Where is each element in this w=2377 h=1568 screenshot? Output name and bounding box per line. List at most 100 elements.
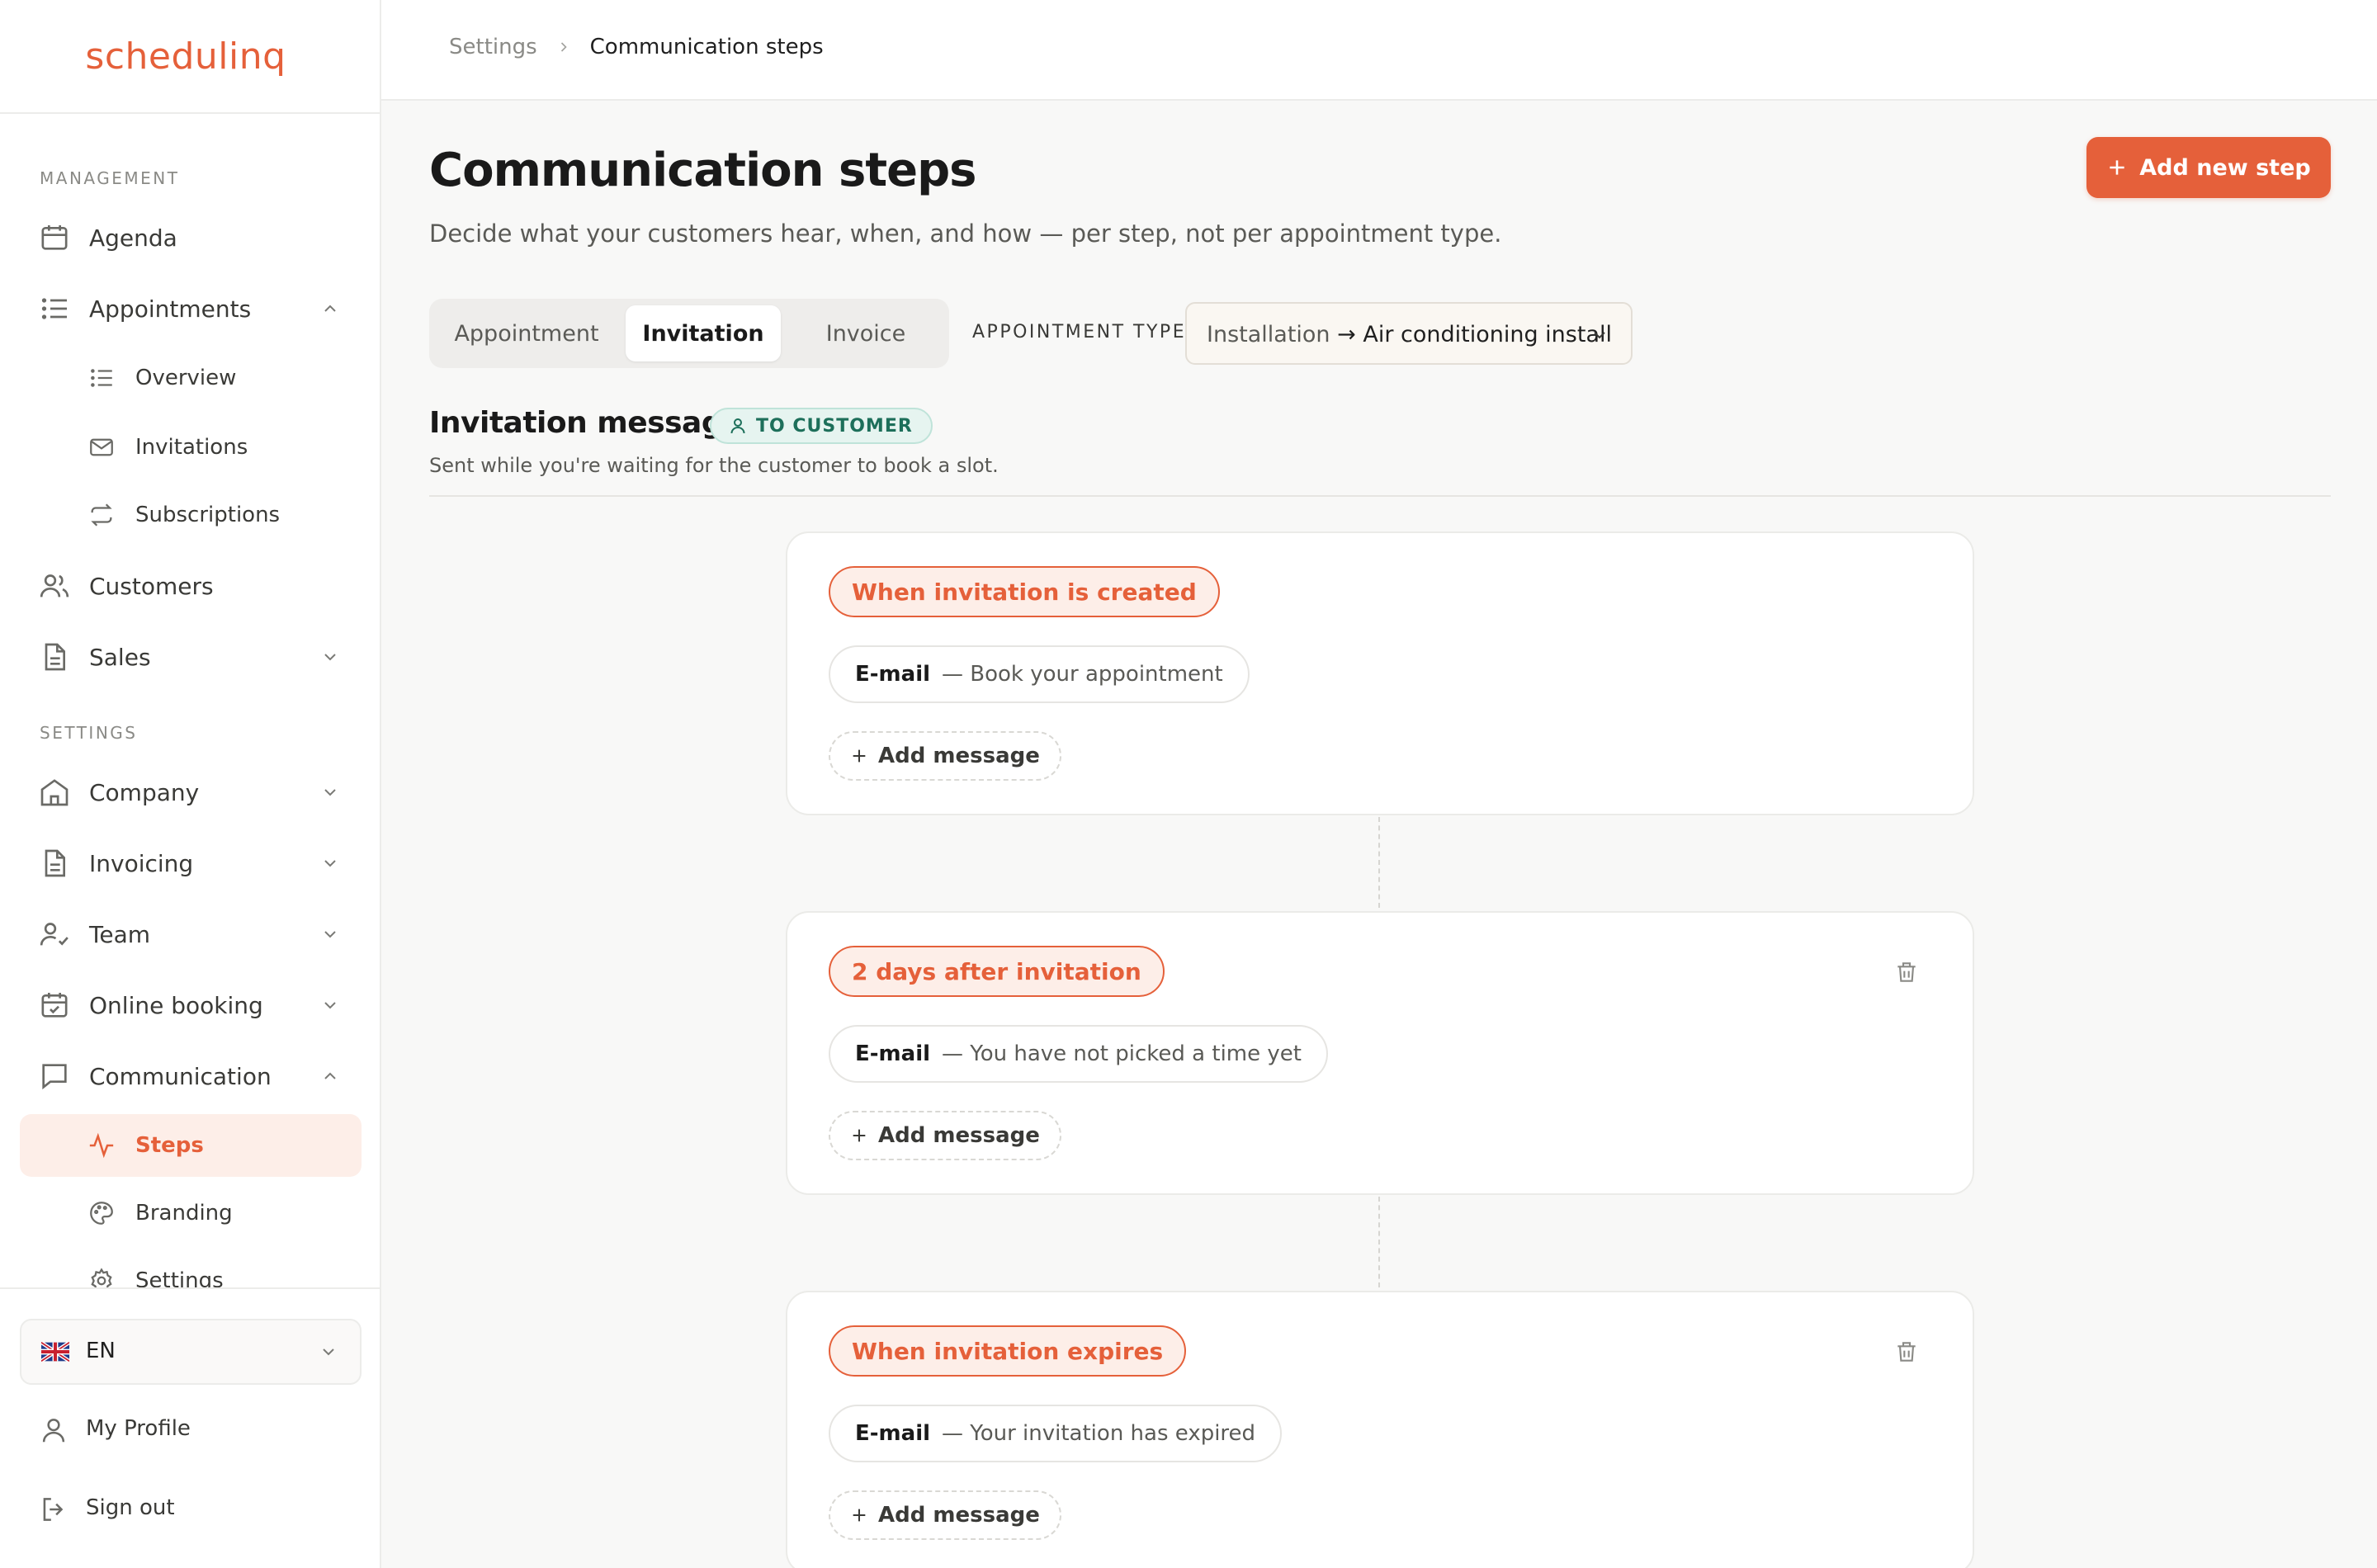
sidebar-item-label: Agenda	[89, 224, 177, 252]
message-name: — Book your appointment	[942, 662, 1223, 687]
chevron-down-icon[interactable]	[320, 995, 340, 1015]
breadcrumb: Settings Communication steps	[449, 35, 824, 59]
chevron-down-icon[interactable]	[320, 853, 340, 873]
gear-icon	[87, 1267, 116, 1287]
sidebar-item-label: Sales	[89, 643, 151, 671]
uk-flag-icon	[41, 1342, 69, 1362]
sidebar-item-label: Team	[89, 920, 151, 948]
sidebar-item-online-booking[interactable]: Online booking	[20, 974, 362, 1037]
sign-out-link[interactable]: Sign out	[20, 1481, 362, 1538]
sidebar-item-label: Settings	[135, 1268, 224, 1287]
step-trigger[interactable]: 2 days after invitation	[829, 946, 1165, 997]
logout-icon	[38, 1494, 69, 1525]
step-trigger[interactable]: When invitation is created	[829, 566, 1220, 617]
chevron-up-icon[interactable]	[320, 299, 340, 319]
message-pill[interactable]: E-mail — You have not picked a time yet	[829, 1025, 1328, 1083]
add-message-label: Add message	[878, 744, 1040, 768]
chevron-down-icon[interactable]	[320, 924, 340, 944]
add-message-button[interactable]: Add message	[829, 731, 1061, 781]
my-profile-label: My Profile	[86, 1416, 191, 1441]
add-new-step-button[interactable]: Add new step	[2086, 137, 2331, 198]
step-trigger[interactable]: When invitation expires	[829, 1325, 1187, 1377]
document-icon	[38, 847, 71, 880]
tab-invitation[interactable]: Invitation	[626, 305, 781, 361]
message-channel: E-mail	[855, 1421, 931, 1446]
activity-icon	[87, 1131, 116, 1159]
sidebar-item-agenda[interactable]: Agenda	[20, 206, 362, 269]
sidebar-item-label: Invoicing	[89, 849, 194, 877]
sidebar-item-team[interactable]: Team	[20, 903, 362, 966]
user-icon	[38, 1415, 69, 1446]
chat-icon	[38, 1060, 71, 1093]
sidebar-item-label: Online booking	[89, 991, 263, 1019]
step-connector	[1378, 817, 1380, 908]
users-icon	[38, 569, 71, 602]
list-icon	[38, 292, 71, 325]
sidebar-item-subscriptions[interactable]: Subscriptions	[20, 484, 362, 546]
sidebar-item-label: Invitations	[135, 435, 248, 460]
chevron-up-icon[interactable]	[320, 1066, 340, 1086]
sidebar-item-invitations[interactable]: Invitations	[20, 416, 362, 479]
section-label-settings: SETTINGS	[40, 723, 138, 743]
appointment-type-name: Air conditioning install	[1363, 322, 1612, 347]
sidebar-item-label: Branding	[135, 1201, 233, 1226]
palette-icon	[87, 1199, 116, 1227]
message-type-tabs: Appointment Invitation Invoice	[429, 299, 949, 368]
add-message-button[interactable]: Add message	[829, 1490, 1061, 1540]
breadcrumb-settings[interactable]: Settings	[449, 35, 537, 59]
sidebar-item-label: Steps	[135, 1133, 204, 1158]
chevron-down-icon	[319, 1342, 338, 1362]
appointment-type-value: Installation → Air conditioning install	[1207, 322, 1612, 347]
sidebar-item-company[interactable]: Company	[20, 761, 362, 824]
message-pill[interactable]: E-mail — Your invitation has expired	[829, 1405, 1283, 1462]
page-title: Communication steps	[429, 144, 976, 197]
sidebar-item-branding[interactable]: Branding	[20, 1182, 362, 1244]
sidebar-item-label: Overview	[135, 366, 237, 390]
arrow-right-icon: →	[1337, 322, 1356, 347]
sidebar-item-customers[interactable]: Customers	[20, 555, 362, 617]
sidebar-item-invoicing[interactable]: Invoicing	[20, 832, 362, 895]
tab-invoice[interactable]: Invoice	[789, 305, 943, 361]
plus-icon	[853, 1129, 866, 1142]
message-pill[interactable]: E-mail — Book your appointment	[829, 645, 1250, 703]
calendar-icon	[38, 221, 71, 254]
sidebar-item-sales[interactable]: Sales	[20, 626, 362, 688]
step-connector	[1378, 1197, 1380, 1287]
page-subtitle: Decide what your customers hear, when, a…	[429, 220, 1502, 248]
sidebar-item-steps[interactable]: Steps	[20, 1114, 362, 1177]
message-channel: E-mail	[855, 1041, 931, 1066]
add-message-label: Add message	[878, 1503, 1040, 1528]
chevron-down-icon[interactable]	[320, 782, 340, 802]
sidebar-item-settings[interactable]: Settings	[20, 1249, 362, 1287]
audience-badge-label: TO CUSTOMER	[756, 415, 913, 437]
sidebar-item-appointments[interactable]: Appointments	[20, 277, 362, 340]
plus-icon	[2110, 160, 2124, 175]
appointment-type-select[interactable]: Installation → Air conditioning install	[1185, 302, 1633, 365]
section-divider	[429, 495, 2331, 497]
my-profile-link[interactable]: My Profile	[20, 1401, 362, 1459]
sidebar-item-label: Communication	[89, 1062, 272, 1090]
sidebar-item-label: Subscriptions	[135, 503, 281, 527]
tab-appointment[interactable]: Appointment	[436, 305, 617, 361]
logo[interactable]: schedulinq	[85, 35, 286, 78]
plus-icon	[853, 1509, 866, 1522]
trash-icon[interactable]	[1893, 1339, 1920, 1365]
message-name: — Your invitation has expired	[942, 1421, 1256, 1446]
chevron-down-icon[interactable]	[320, 647, 340, 667]
breadcrumb-current: Communication steps	[589, 35, 824, 59]
sidebar-item-overview[interactable]: Overview	[20, 347, 362, 409]
mail-icon	[87, 433, 116, 461]
language-selector[interactable]: EN	[20, 1319, 362, 1385]
top-bar: Settings Communication steps	[381, 0, 2377, 101]
trash-icon[interactable]	[1893, 959, 1920, 985]
document-icon	[38, 640, 71, 673]
audience-badge: TO CUSTOMER	[710, 408, 933, 444]
add-message-button[interactable]: Add message	[829, 1111, 1061, 1160]
section-label-management: MANAGEMENT	[40, 168, 180, 188]
user-check-icon	[38, 918, 71, 951]
calendar-check-icon	[38, 989, 71, 1022]
sidebar-item-communication[interactable]: Communication	[20, 1045, 362, 1108]
chevron-right-icon	[555, 39, 572, 55]
step-card: 2 days after invitation E-mail — You hav…	[786, 911, 1974, 1195]
add-new-step-label: Add new step	[2139, 154, 2311, 181]
